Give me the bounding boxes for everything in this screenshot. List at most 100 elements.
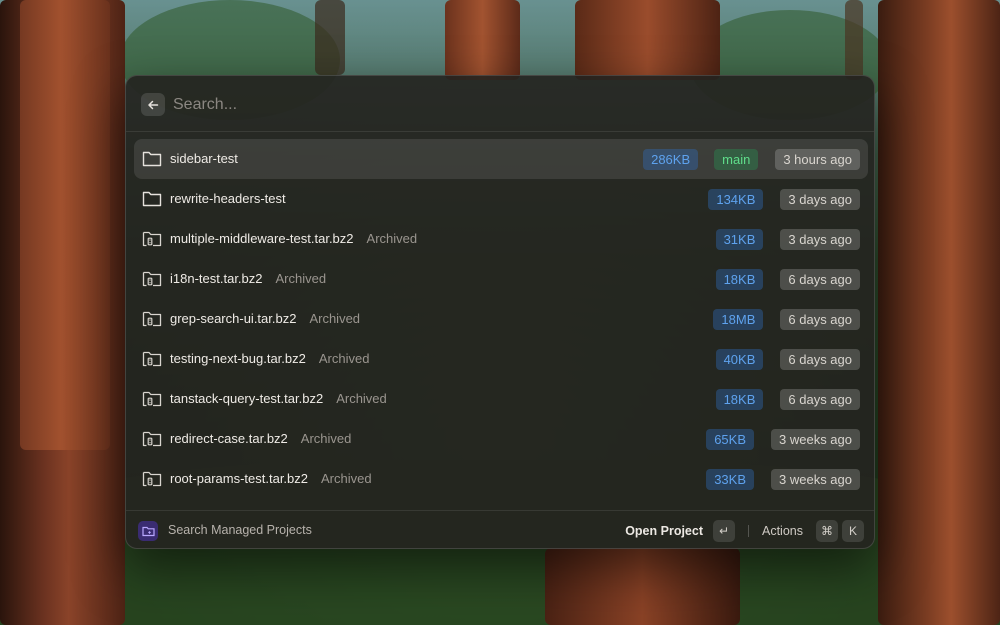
k-key: K [842,520,864,542]
project-meta: 31KB 3 days ago [715,229,860,250]
archived-folder-icon [142,350,162,368]
meta-badges: 286KB main [643,149,759,170]
project-row[interactable]: testing-next-bug.tar.bz2 Archived 40KB 6 da… [134,339,868,379]
app-logo-icon [138,521,158,541]
archived-folder-icon [142,470,162,488]
background-tree [575,0,720,80]
project-name: root-params-test.tar.bz2 [170,471,308,486]
project-name: grep-search-ui.tar.bz2 [170,311,297,326]
project-name-group: tanstack-query-test.tar.bz2 Archived [170,391,387,406]
project-meta: 40KB 6 days ago [715,349,860,370]
archived-folder-icon [142,430,162,448]
project-name: sidebar-test [170,151,238,166]
background-tree [20,0,110,450]
archived-label: Archived [336,391,387,406]
project-name-group: grep-search-ui.tar.bz2 Archived [170,311,360,326]
project-row[interactable]: redirect-case.tar.bz2 Archived 65KB 3 weeks… [134,419,868,459]
size-badge: 286KB [643,149,699,170]
meta-badges: 18KB [715,269,764,290]
project-name: tanstack-query-test.tar.bz2 [170,391,324,406]
project-row[interactable]: multiple-middleware-test.tar.bz2 Archived… [134,219,868,259]
meta-badges: 33KB [706,469,754,490]
meta-badges: 18KB [715,389,764,410]
enter-key: ↵ [713,520,735,542]
project-name-group: testing-next-bug.tar.bz2 Archived [170,351,369,366]
footer-actions: Open Project ↵ Actions ⌘ K [625,519,864,543]
background-tree [878,0,1000,625]
project-row[interactable]: i18n-test.tar.bz2 Archived 18KB 6 days ago [134,259,868,299]
arrow-left-icon [148,100,159,109]
time-badge: 3 weeks ago [771,429,860,450]
project-row[interactable]: grep-search-ui.tar.bz2 Archived 18MB 6 days… [134,299,868,339]
project-name-group: multiple-middleware-test.tar.bz2 Archived [170,231,417,246]
footer-label: Search Managed Projects [168,523,312,537]
project-meta: 33KB 3 weeks ago [706,469,860,490]
actions-button[interactable]: Actions [762,524,803,538]
archived-folder-icon [142,270,162,288]
back-button[interactable] [141,93,165,116]
size-badge: 33KB [706,469,754,490]
project-name: i18n-test.tar.bz2 [170,271,263,286]
time-badge: 6 days ago [780,349,860,370]
archived-label: Archived [366,231,418,246]
search-input[interactable] [173,92,833,118]
project-name: multiple-middleware-test.tar.bz2 [170,231,354,246]
project-meta: 18MB 6 days ago [713,309,860,330]
branch-badge: main [714,149,759,170]
footer-bar: Search Managed Projects Open Project ↵ A… [126,510,874,548]
project-name: redirect-case.tar.bz2 [170,431,288,446]
background-tree [445,0,520,80]
project-name: rewrite-headers-test [170,191,286,206]
size-badge: 31KB [715,229,764,250]
archived-folder-icon [142,390,162,408]
project-name: testing-next-bug.tar.bz2 [170,351,306,366]
meta-badges: 40KB [715,349,764,370]
project-palette: sidebar-test 286KB main 3 hours ago rewrite-… [125,75,875,549]
project-meta: 65KB 3 weeks ago [706,429,860,450]
size-badge: 18KB [715,269,764,290]
project-row[interactable]: root-params-test.tar.bz2 Archived 33KB 3 we… [134,459,868,499]
time-badge: 6 days ago [780,269,860,290]
archived-folder-icon [142,310,162,328]
project-row[interactable]: tanstack-query-test.tar.bz2 Archived 18KB 6… [134,379,868,419]
project-name-group: i18n-test.tar.bz2 Archived [170,271,326,286]
meta-badges: 65KB [706,429,754,450]
archived-label: Archived [318,351,370,366]
project-name-group: root-params-test.tar.bz2 Archived [170,471,372,486]
search-bar [126,76,874,132]
project-row[interactable]: rewrite-headers-test 134KB 3 days ago [134,179,868,219]
project-meta: 286KB main 3 hours ago [643,149,860,170]
divider [748,525,749,537]
time-badge: 3 days ago [780,189,860,210]
project-name-group: sidebar-test [170,151,238,166]
project-name-group: rewrite-headers-test [170,191,286,206]
archived-label: Archived [275,271,327,286]
size-badge: 134KB [708,189,764,210]
archived-label: Archived [300,431,352,446]
project-meta: 18KB 6 days ago [715,269,860,290]
open-project-button[interactable]: Open Project [625,524,703,538]
size-badge: 65KB [706,429,754,450]
time-badge: 6 days ago [780,309,860,330]
command-key: ⌘ [816,520,838,542]
project-row[interactable]: sidebar-test 286KB main 3 hours ago [134,139,868,179]
archived-label: Archived [309,311,361,326]
time-badge: 6 days ago [780,389,860,410]
meta-badges: 134KB [708,189,764,210]
size-badge: 18KB [715,389,764,410]
time-badge: 3 hours ago [775,149,860,170]
size-badge: 40KB [715,349,764,370]
archived-folder-icon [142,230,162,248]
project-list: sidebar-test 286KB main 3 hours ago rewrite-… [134,139,868,499]
size-badge: 18MB [713,309,764,330]
project-meta: 134KB 3 days ago [708,189,860,210]
time-badge: 3 days ago [780,229,860,250]
project-name-group: redirect-case.tar.bz2 Archived [170,431,351,446]
meta-badges: 18MB [713,309,764,330]
meta-badges: 31KB [715,229,764,250]
folder-icon [142,150,162,168]
background-tree [315,0,345,75]
background-tree [845,0,863,80]
archived-label: Archived [321,471,372,486]
project-meta: 18KB 6 days ago [715,389,860,410]
